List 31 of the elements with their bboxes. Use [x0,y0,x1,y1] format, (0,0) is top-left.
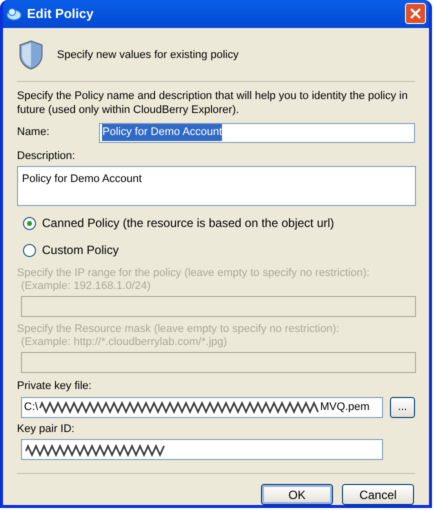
radio-label: Canned Policy (the resource is based on the object url) [42,215,334,232]
radio-button[interactable] [23,244,36,256]
radio-button[interactable] [23,216,36,230]
key-pair-field[interactable] [21,439,383,460]
name-value: Policy for Demo Account [102,124,222,141]
private-key-label: Private key file: [17,379,93,394]
browse-button[interactable]: ... [390,396,415,418]
path-start: C:\ [24,400,38,415]
dialog-button[interactable]: OK [261,484,333,505]
resource-mask-field[interactable] [21,352,416,373]
description-label: Description: [17,148,76,164]
resource-mask-label: Specify the Resource mask (leave empty to specify no restriction): [17,323,340,336]
name-label: Name: [17,125,50,140]
radio-label: Custom Policy [42,242,119,259]
close-button[interactable] [405,3,426,24]
example-text: (Example: 192.168.1.0/24) [20,280,152,293]
dialog-button[interactable]: Cancel [342,484,414,505]
name-field[interactable]: Policy for Demo Account [99,122,415,142]
shield-icon [19,40,43,70]
example-text: (Example: http://*.cloudberrylab.com/*.jpg) [20,336,228,349]
ip-range-label: Specify the IP range for the policy (leave empty to specify no restriction): [17,267,371,280]
window-title: Edit Policy [27,5,94,23]
private-key-field[interactable]: C:\ MVQ.pem [21,396,383,418]
cloud-icon [6,6,22,21]
close-icon [410,8,421,20]
key-pair-label: Key pair ID: [17,422,76,436]
description-field[interactable]: Policy for Demo Account [17,166,416,206]
intro-text: Specify the Policy name and description that will help you to identity the policy in future (used only within CloudBerry Explorer). [17,88,409,116]
path-end: MVQ.pem [320,400,370,415]
ip-range-field[interactable] [21,296,416,317]
header-text: Specify new values for existing policy [57,48,239,63]
